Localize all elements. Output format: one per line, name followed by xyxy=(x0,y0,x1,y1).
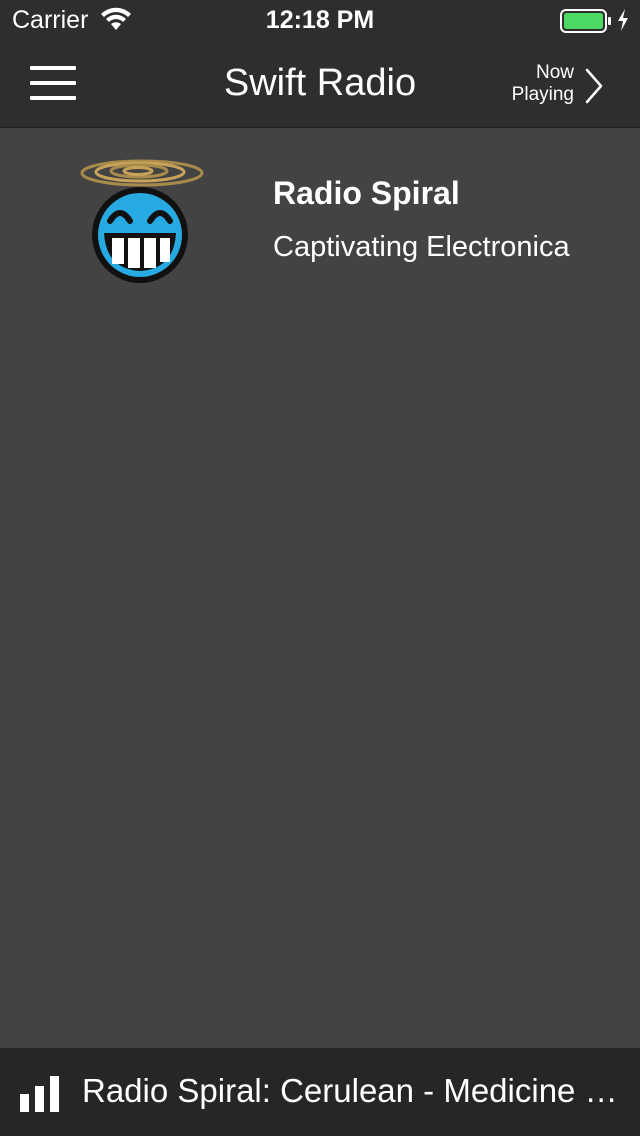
now-playing-line1: Now xyxy=(535,62,574,83)
now-playing-line2: Playing xyxy=(511,84,574,105)
now-playing-mini-player[interactable]: Radio Spiral: Cerulean - Medicine Music xyxy=(0,1048,640,1136)
now-playing-label: Now Playing xyxy=(512,62,574,106)
equalizer-bars-icon xyxy=(20,1076,59,1112)
radio-spiral-logo xyxy=(80,159,204,283)
station-name: Radio Spiral xyxy=(273,175,460,211)
station-description: Captivating Electronica xyxy=(273,231,570,263)
now-playing-track: Radio Spiral: Cerulean - Medicine Music xyxy=(82,1072,622,1109)
now-playing-button[interactable]: Now Playing xyxy=(500,60,610,108)
chevron-right-icon xyxy=(585,68,603,104)
status-time: 12:18 PM xyxy=(265,6,375,34)
status-bar: Carrier 12:18 PM xyxy=(0,0,640,40)
top-bar: Carrier 12:18 PM Swift Radio Now Playing xyxy=(0,0,640,128)
charging-bolt-icon xyxy=(618,9,628,31)
battery-icon xyxy=(560,9,611,33)
station-row[interactable]: Radio Spiral Captivating Electronica xyxy=(0,129,640,309)
